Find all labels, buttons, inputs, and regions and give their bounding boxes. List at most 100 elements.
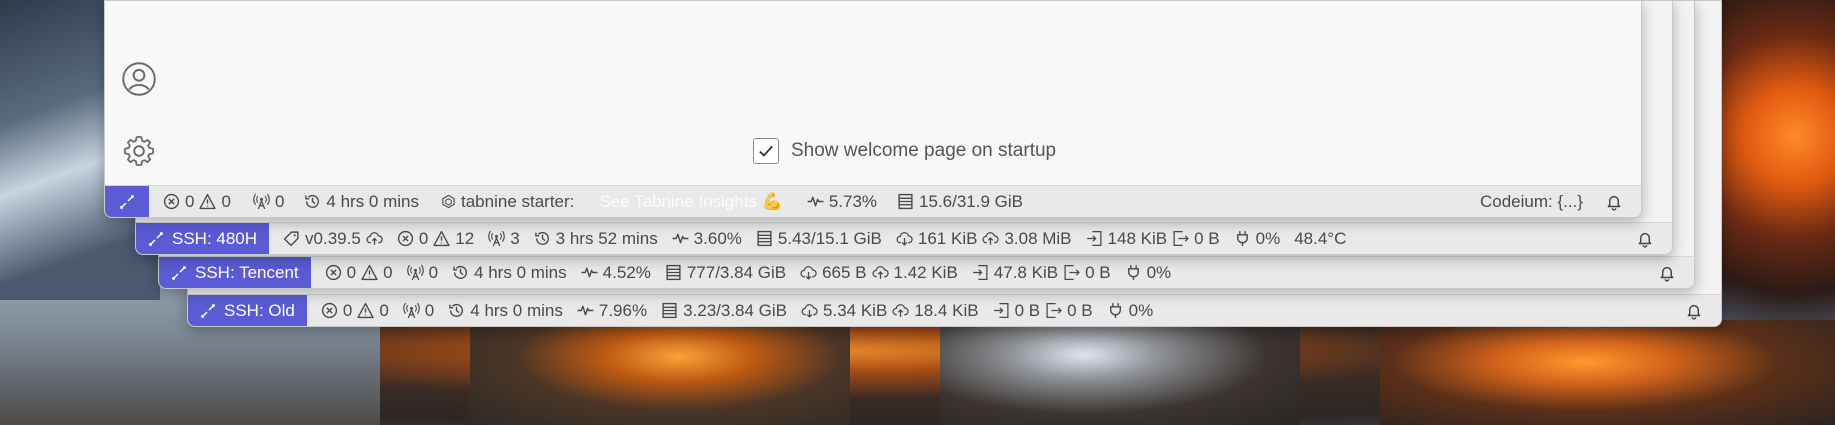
cpu-usage: 7.96%	[598, 300, 648, 320]
remote-icon	[148, 231, 164, 247]
remote-indicator[interactable]: SSH: Tencent	[159, 257, 311, 288]
error-count: 0	[185, 191, 195, 211]
cloud-upload-icon	[982, 230, 999, 247]
remote-label: SSH: Old	[224, 300, 295, 320]
codeium-status[interactable]: Codeium: {...}	[1480, 192, 1583, 212]
remote-icon	[200, 303, 216, 319]
disk-out-icon	[1063, 264, 1080, 281]
ports-status[interactable]: 3	[488, 228, 520, 249]
cpu-status[interactable]: 4.52%	[581, 263, 651, 283]
warning-count: 0	[379, 300, 389, 320]
memory-icon	[897, 193, 914, 210]
tabnine-status[interactable]: tabnine starter: See Tabnine Insights 💪	[441, 192, 783, 212]
problems-status[interactable]: 0 0	[321, 301, 389, 321]
power-status[interactable]: 0%	[1125, 262, 1172, 283]
remote-label: SSH: Tencent	[195, 262, 299, 282]
statusbar: SSH: 480H v0.39.5 0 12 3 3 hrs 52 mins 3…	[136, 222, 1672, 254]
error-icon	[325, 264, 342, 281]
cpu-icon	[672, 230, 689, 247]
check-icon	[757, 142, 775, 160]
disk-out: 0 B	[1067, 300, 1093, 320]
bell-icon	[1636, 230, 1654, 248]
problems-status[interactable]: 0 0	[325, 263, 393, 283]
tag-icon	[283, 230, 300, 247]
power-usage: 0%	[1255, 228, 1281, 248]
statusbar: SSH: Old 0 0 0 4 hrs 0 mins 7.96% 3.23/3…	[188, 294, 1721, 326]
remote-indicator[interactable]: SSH: Old	[188, 295, 307, 326]
history-icon	[304, 193, 321, 210]
memory-icon	[665, 264, 682, 281]
ports-count: 0	[428, 262, 439, 282]
problems-status[interactable]: 0 12	[397, 229, 474, 249]
notifications-button[interactable]	[1685, 302, 1703, 320]
welcome-checkbox[interactable]	[753, 138, 779, 164]
remote-indicator[interactable]	[105, 186, 149, 217]
cloud-upload-icon	[872, 264, 889, 281]
welcome-checkbox-label: Show welcome page on startup	[791, 140, 1057, 161]
session-time-status[interactable]: 4 hrs 0 mins	[452, 263, 567, 283]
warning-count: 0	[221, 191, 231, 211]
ports-status[interactable]: 0	[253, 192, 284, 212]
session-time: 4 hrs 0 mins	[326, 191, 419, 211]
temperature-status[interactable]: 48.4°C	[1294, 229, 1346, 249]
warning-count: 0	[383, 262, 393, 282]
power-usage: 0%	[1146, 262, 1172, 282]
net-up: 1.42 KiB	[893, 262, 958, 282]
memory-usage: 5.43/15.1 GiB	[777, 228, 882, 248]
ports-count: 3	[510, 228, 520, 248]
account-icon	[121, 61, 157, 97]
disk-status[interactable]: 0 B 0 B	[993, 301, 1093, 321]
cloud-download-icon	[801, 302, 818, 319]
remote-indicator[interactable]: SSH: 480H	[136, 223, 270, 254]
disk-status[interactable]: 47.8 KiB 0 B	[972, 263, 1111, 283]
history-icon	[448, 302, 465, 319]
power-status[interactable]: 0%	[1234, 228, 1281, 249]
error-count: 0	[418, 228, 429, 248]
welcome-startup-toggle[interactable]: Show welcome page on startup	[753, 138, 1056, 164]
memory-status[interactable]: 777/3.84 GiB	[665, 263, 786, 283]
cpu-status[interactable]: 5.73%	[807, 192, 877, 212]
ports-icon	[403, 302, 420, 319]
ports-count: 0	[274, 191, 285, 211]
memory-status[interactable]: 5.43/15.1 GiB	[756, 229, 882, 249]
session-time-status[interactable]: 4 hrs 0 mins	[304, 192, 419, 212]
network-status[interactable]: 161 KiB 3.08 MiB	[896, 229, 1072, 249]
cloud-download-icon	[800, 264, 817, 281]
ports-status[interactable]: 0	[403, 301, 434, 321]
session-time-status[interactable]: 3 hrs 52 mins	[534, 229, 658, 249]
codeium-label: Codeium: {...}	[1479, 191, 1583, 211]
tabnine-insights-link[interactable]: See Tabnine Insights 💪	[599, 192, 782, 212]
cpu-status[interactable]: 3.60%	[672, 229, 742, 249]
cpu-status[interactable]: 7.96%	[577, 301, 647, 321]
network-status[interactable]: 5.34 KiB 18.4 KiB	[801, 301, 979, 321]
cpu-usage: 3.60%	[693, 228, 742, 248]
ports-status[interactable]: 0	[407, 263, 438, 283]
notifications-button[interactable]	[1605, 193, 1623, 211]
tabnine-label: tabnine starter:	[461, 191, 575, 211]
session-time-status[interactable]: 4 hrs 0 mins	[448, 301, 563, 321]
problems-status[interactable]: 0 0	[163, 192, 231, 212]
disk-out: 0 B	[1194, 228, 1220, 248]
accounts-button[interactable]	[119, 59, 159, 99]
error-icon	[397, 230, 414, 247]
notifications-button[interactable]	[1636, 230, 1654, 248]
memory-icon	[756, 230, 773, 247]
memory-usage: 3.23/3.84 GiB	[683, 300, 788, 320]
bell-icon	[1685, 302, 1703, 320]
notifications-button[interactable]	[1658, 264, 1676, 282]
gear-icon	[121, 133, 157, 169]
power-icon	[1234, 230, 1251, 247]
network-status[interactable]: 665 B 1.42 KiB	[800, 263, 958, 283]
power-status[interactable]: 0%	[1107, 301, 1153, 321]
manage-button[interactable]	[119, 131, 159, 171]
wallpaper-rock	[940, 325, 1300, 425]
memory-status[interactable]: 3.23/3.84 GiB	[661, 301, 787, 321]
cpu-icon	[577, 302, 594, 319]
net-down: 5.34 KiB	[823, 300, 888, 320]
cpu-usage: 4.52%	[602, 262, 651, 282]
bell-icon	[1658, 264, 1676, 282]
statusbar: SSH: Tencent 0 0 0 4 hrs 0 mins 4.52% 77…	[159, 256, 1694, 288]
disk-status[interactable]: 148 KiB 0 B	[1086, 229, 1220, 249]
memory-status[interactable]: 15.6/31.9 GiB	[897, 192, 1023, 212]
version-status[interactable]: v0.39.5	[283, 229, 383, 249]
